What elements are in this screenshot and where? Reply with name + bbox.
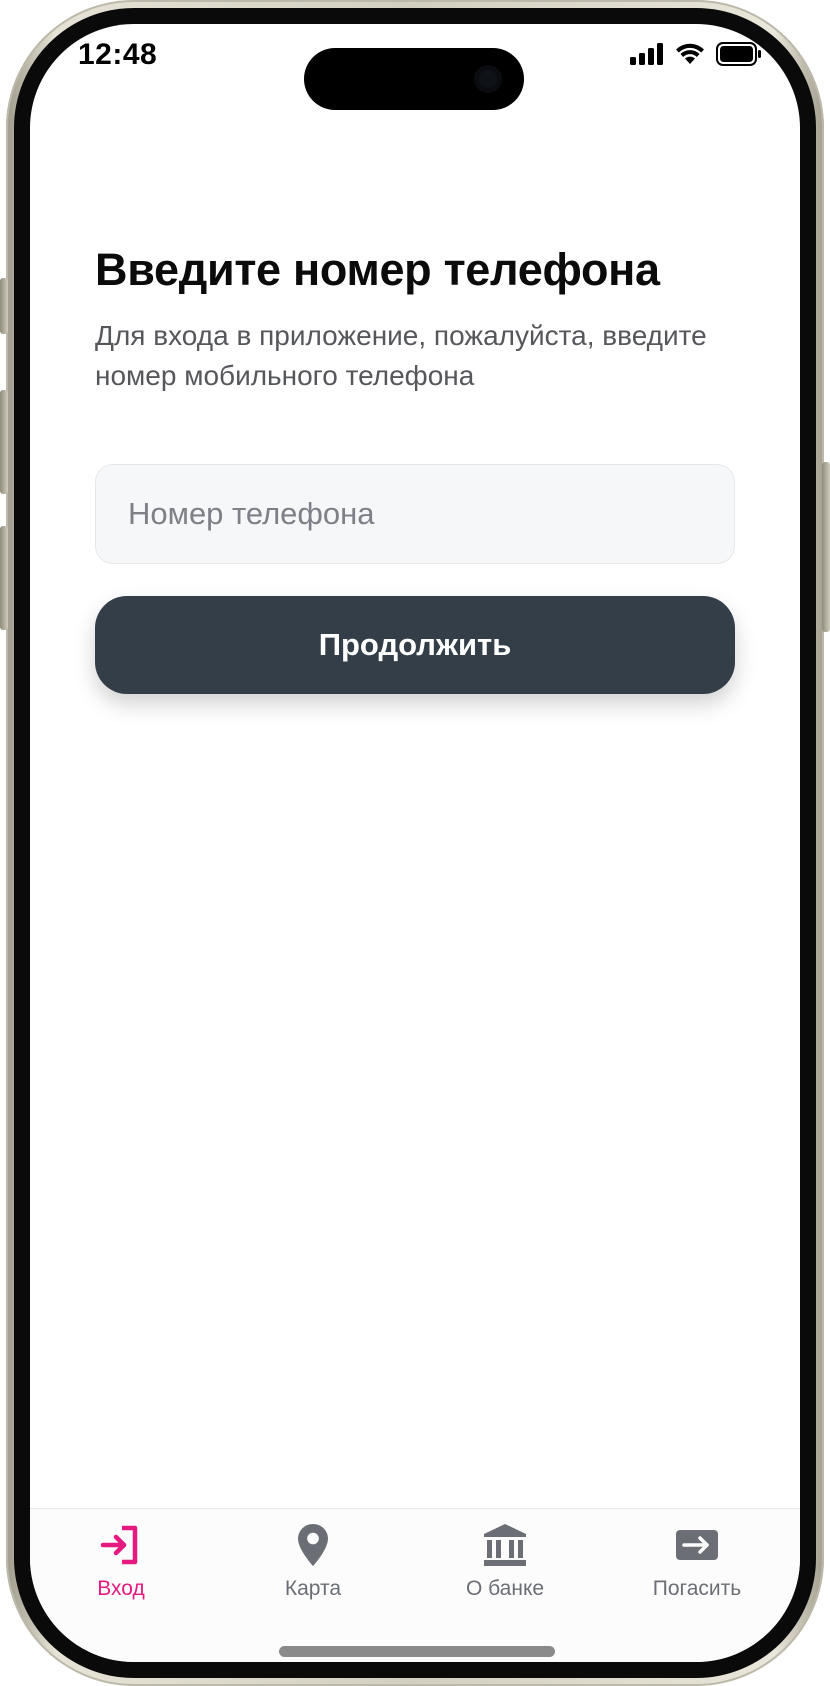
side-button-power xyxy=(822,462,830,632)
map-pin-icon xyxy=(298,1524,328,1566)
page-title: Введите номер телефона xyxy=(95,244,660,295)
status-icons xyxy=(630,42,762,66)
tab-bar: Вход Карта О банке Погасить xyxy=(30,1508,800,1662)
dynamic-island xyxy=(304,48,524,110)
pay-arrow-icon xyxy=(676,1530,718,1560)
tab-pay[interactable]: Погасить xyxy=(617,1521,777,1611)
status-time: 12:48 xyxy=(78,38,158,71)
login-icon xyxy=(100,1525,138,1565)
signal-icon xyxy=(630,43,663,65)
tab-label: О банке xyxy=(465,1577,545,1600)
tab-label: Вход xyxy=(97,1577,145,1600)
side-button-volume-down xyxy=(0,526,8,630)
tab-label: Погасить xyxy=(652,1577,742,1600)
battery-icon xyxy=(716,42,761,66)
home-indicator[interactable] xyxy=(279,1646,555,1657)
side-button-volume-up xyxy=(0,390,8,494)
camera-icon xyxy=(474,65,502,93)
tab-login[interactable]: Вход xyxy=(41,1521,201,1611)
page-subtitle: Для входа в приложение, пожалуйста, введ… xyxy=(95,320,707,391)
phone-input[interactable] xyxy=(95,464,735,564)
tab-label: Карта xyxy=(284,1577,342,1600)
continue-button[interactable]: Продолжить xyxy=(95,596,735,694)
tab-map[interactable]: Карта xyxy=(233,1521,393,1611)
tab-about-bank[interactable]: О банке xyxy=(425,1521,585,1611)
wifi-icon xyxy=(676,43,704,64)
screen: 12:48 Введите номер телефона Для входа в… xyxy=(30,24,800,1662)
bank-icon xyxy=(484,1524,526,1566)
side-button-silent xyxy=(0,278,8,334)
